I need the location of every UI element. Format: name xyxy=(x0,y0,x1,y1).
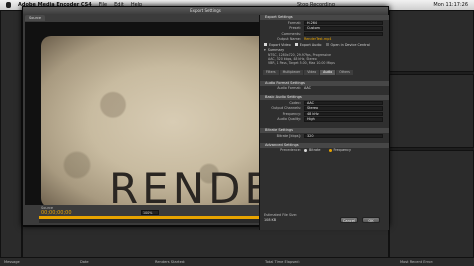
device-central-checkbox[interactable] xyxy=(325,43,329,47)
audio-format-label: Audio Format: xyxy=(277,86,301,91)
output-label: Output Name: xyxy=(276,37,301,42)
ok-button[interactable]: OK xyxy=(362,217,380,223)
status-bar: Message Date Renders Started: Total Time… xyxy=(0,258,474,266)
format-row: Format: H.264 xyxy=(260,20,389,26)
audio-format-value: AAC xyxy=(304,86,312,91)
right-bg-panel-top xyxy=(389,10,474,72)
cancel-button[interactable]: Cancel xyxy=(340,217,358,223)
codec-label: Codec: xyxy=(289,100,301,105)
format-label: Format: xyxy=(287,20,301,25)
time-elapsed: Total Time Elapsed: xyxy=(265,260,300,264)
precedence-bitrate-radio[interactable] xyxy=(304,148,307,152)
frequency-label: Frequency: xyxy=(282,111,301,116)
dialog-title: Export Settings xyxy=(23,7,388,14)
output-name-link[interactable]: RenderTest.mp4 xyxy=(304,37,331,41)
estimated-size-value: 108 KB xyxy=(264,218,277,222)
tab-source[interactable]: Source xyxy=(25,15,46,21)
renders-started: Renders Started: xyxy=(155,260,186,264)
frequency-select[interactable]: 48 kHz xyxy=(304,111,383,117)
export-audio-checkbox[interactable] xyxy=(294,43,298,47)
preset-row: Preset: Custom xyxy=(260,26,389,32)
status-date: Date xyxy=(80,260,89,264)
right-bg-panel-mid xyxy=(389,74,474,148)
tab-video[interactable]: Video xyxy=(304,69,320,75)
preset-select[interactable]: Custom xyxy=(304,26,383,31)
export-video-label: Export Video xyxy=(269,42,291,47)
preset-label: Preset: xyxy=(289,26,301,31)
quality-select[interactable]: High xyxy=(304,117,383,122)
summary-toggle-icon[interactable]: ▾ xyxy=(264,48,266,52)
tab-multiplexer[interactable]: Multiplexer xyxy=(279,69,304,75)
tab-audio[interactable]: Audio xyxy=(320,69,336,75)
precedence-frequency-radio[interactable] xyxy=(328,148,332,152)
settings-tabs: Filters Multiplexer Video Audio Others xyxy=(260,69,389,75)
quality-row: Audio Quality: High xyxy=(260,117,389,123)
settings-panel: Export Settings Format: H.264 Preset: Cu… xyxy=(259,15,389,230)
channels-label: Output Channels: xyxy=(271,106,301,111)
audio-format-row: Audio Format: AAC xyxy=(260,86,389,92)
summary-label: Summary xyxy=(267,48,285,53)
format-select[interactable]: H.264 xyxy=(304,20,383,25)
codec-row: Codec: AAC xyxy=(260,100,389,106)
precedence-row: Precedence: Bitrate Frequency xyxy=(260,148,389,154)
bottom-bg-panel xyxy=(22,226,389,258)
zoom-select[interactable]: 100% xyxy=(141,210,159,215)
tab-filters[interactable]: Filters xyxy=(263,69,279,75)
left-bg-panel xyxy=(0,10,22,258)
summary-line-3: VBR, 1 Pass, Target 5.00, Max 10.00 Mbps xyxy=(268,61,335,66)
tab-others[interactable]: Others xyxy=(336,69,353,75)
frequency-row: Frequency: 48 kHz xyxy=(260,111,389,117)
bitrate-select[interactable]: 320 xyxy=(304,133,383,139)
quality-label: Audio Quality: xyxy=(277,117,301,122)
export-settings-dialog: Export Settings Source RENDERTA Source 0… xyxy=(22,6,389,230)
precedence-bitrate-label: Bitrate xyxy=(309,148,321,153)
apple-icon[interactable] xyxy=(6,2,11,8)
precedence-label: Precedence: xyxy=(280,148,301,153)
channels-row: Output Channels: Stereo xyxy=(260,106,389,112)
device-central-label: Open in Device Central xyxy=(330,42,370,47)
most-recent-error: Most Recent Error: xyxy=(400,260,434,264)
status-message: Message xyxy=(4,260,20,264)
right-bg-panel-bottom xyxy=(389,150,474,258)
export-video-checkbox[interactable] xyxy=(264,43,267,47)
video-preview: RENDERTA xyxy=(25,22,277,205)
comments-row: Comments: xyxy=(260,31,389,37)
precedence-frequency-label: Frequency xyxy=(333,148,352,153)
comments-input[interactable] xyxy=(304,31,383,36)
preview-text: RENDERTA xyxy=(109,164,277,205)
channels-select[interactable]: Stereo xyxy=(304,106,383,111)
bitrate-label: Bitrate [kbps]: xyxy=(276,133,301,138)
comments-label: Comments: xyxy=(281,31,301,36)
estimated-size-label: Estimated File Size: xyxy=(264,213,298,217)
export-audio-label: Export Audio xyxy=(299,42,322,47)
clock: Mon 11:17:26 xyxy=(433,2,468,8)
bitrate-row: Bitrate [kbps]: 320 xyxy=(260,133,389,139)
timeline-track[interactable] xyxy=(39,219,275,223)
codec-select[interactable]: AAC xyxy=(304,100,383,106)
